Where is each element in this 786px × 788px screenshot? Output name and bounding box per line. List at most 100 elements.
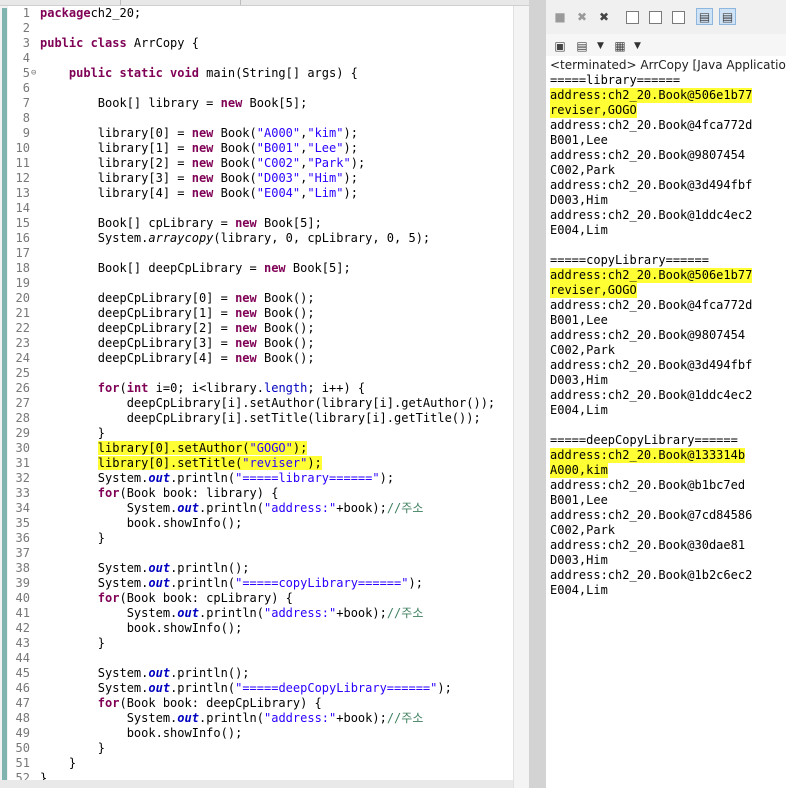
console-output-line: address:ch2_20.Book@7cd84586 [550,508,753,522]
code-line[interactable]: } [40,756,76,771]
code-token: library[0].setTitle( [97,456,243,470]
code-token: } [40,741,106,755]
code-line[interactable]: deepCpLibrary[i].setTitle(library[i].get… [40,411,481,426]
pin-console-icon[interactable]: ▣ [552,38,568,54]
code-line[interactable]: deepCpLibrary[1] = new Book(); [40,306,315,321]
code-line[interactable]: Book[] library = new Book[5]; [40,96,308,111]
scroll-lock-icon[interactable] [647,9,663,25]
line-number: 47 [15,696,30,710]
code-line[interactable]: library[0].setAuthor("GOGO"); [40,441,308,456]
chevron-down-icon[interactable]: ▼ [634,41,641,51]
code-token: out [177,606,199,620]
code-token: System. [40,681,149,695]
remove-launch-icon[interactable]: ✖ [574,9,590,25]
code-line[interactable]: System.out.println("=====deepCopyLibrary… [40,681,452,696]
line-number: 30 [15,441,30,455]
display-console-icon[interactable]: ▤ [574,38,590,54]
code-line[interactable]: library[1] = new Book("B001","Lee"); [40,141,358,156]
code-token: new [235,336,257,350]
code-line[interactable]: deepCpLibrary[2] = new Book(); [40,321,315,336]
code-line[interactable]: System.out.println(); [40,561,250,576]
code-token: Book( [213,141,257,155]
code-line[interactable]: System.out.println("address:"+book);//주소 [40,606,424,621]
code-line[interactable]: for(Book book: deepCpLibrary) { [40,696,322,711]
code-token: "D003" [256,171,301,185]
open-console-icon[interactable]: ▦ [612,38,628,54]
show-on-stderr-icon[interactable]: ▤ [719,8,736,25]
fold-toggle-icon[interactable]: ⊖ [31,66,36,81]
line-number: 22 [15,321,30,335]
code-token: "address:" [264,711,337,725]
code-line[interactable]: Book[] deepCpLibrary = new Book[5]; [40,261,351,276]
line-number: 31 [15,456,30,470]
code-line[interactable]: } [40,426,105,441]
code-token: deepCpLibrary[i].setTitle(library[i].get… [40,411,481,425]
editor-tab[interactable] [120,0,241,5]
line-number: 40 [15,591,30,605]
code-line[interactable]: book.showInfo(); [40,621,243,636]
code-token: new [220,96,243,110]
code-line[interactable]: deepCpLibrary[4] = new Book(); [40,351,315,366]
code-line[interactable]: System.out.println(); [40,666,250,681]
code-token: "C002" [256,156,301,170]
code-line[interactable]: deepCpLibrary[3] = new Book(); [40,336,315,351]
console-output-line: address:ch2_20.Book@9807454 [550,328,746,342]
code-line[interactable]: System.out.println("address:"+book);//주소 [40,501,424,516]
code-line[interactable]: System.out.println("=====copyLibrary====… [40,576,423,591]
code-line[interactable]: Book[] cpLibrary = new Book[5]; [40,216,322,231]
code-token: ( [119,381,127,395]
code-token: } [40,426,106,440]
chevron-down-icon[interactable]: ▼ [597,41,604,51]
code-line[interactable]: public static void main(String[] args) { [40,66,358,81]
code-token: "reviser" [242,456,308,470]
code-line[interactable]: deepCpLibrary[i].setAuthor(library[i].ge… [40,396,495,411]
view-splitter[interactable] [529,0,546,788]
code-token: System. [40,231,149,245]
code-token: } [40,636,106,650]
code-line[interactable]: library[2] = new Book("C002","Park"); [40,156,365,171]
code-token: deepCpLibrary[0] = [40,291,236,305]
console-output-line: reviser,GOGO [550,103,637,118]
console-output-line: address:ch2_20.Book@9807454 [550,148,746,162]
console-output-line: B001,Lee [550,493,608,507]
code-line[interactable]: System.out.println("address:"+book);//주소 [40,711,424,726]
overview-ruler [0,6,8,788]
line-number: 41 [15,606,30,620]
java-editor[interactable]: 1 2 3 4 5 6 7 8 9 10 11 12 13 14 15 16 17 18 19 20 21 22 23 24 2… [0,0,529,788]
code-line[interactable]: System.out.println("=====library======")… [40,471,394,486]
code-line[interactable]: public class ArrCopy { [40,36,199,51]
code-line[interactable]: library[0].setTitle("reviser"); [40,456,322,471]
console-output-line: A000,kim [550,463,608,478]
code-token: deepCpLibrary[i].setAuthor(library[i].ge… [40,396,496,410]
code-line[interactable]: for(Book book: library) { [40,486,279,501]
remove-all-icon[interactable]: ✖ [596,9,612,25]
clear-console-icon[interactable] [624,9,640,25]
editor-tab[interactable] [0,0,121,5]
code-line[interactable]: book.showInfo(); [40,726,243,741]
code-line[interactable]: } [40,531,105,546]
code-line[interactable]: library[4] = new Book("E004","Lim"); [40,186,358,201]
show-on-stdout-icon[interactable]: ▤ [696,8,713,25]
editor-vertical-scrollbar[interactable] [513,6,529,788]
word-wrap-icon[interactable] [670,9,686,25]
code-token: "Lim" [307,186,344,200]
code-line[interactable]: } [40,741,105,756]
code-line[interactable]: packagech2_20; [40,6,141,21]
code-token: ); [408,576,423,590]
code-line[interactable]: library[3] = new Book("D003","Him"); [40,171,358,186]
code-token: new [235,351,257,365]
code-area[interactable]: packagech2_20;public class ArrCopy { pub… [40,6,510,788]
code-line[interactable]: for(int i=0; i<library.length; i++) { [40,381,365,396]
terminate-icon[interactable]: ■ [552,9,568,25]
code-line[interactable]: deepCpLibrary[0] = new Book(); [40,291,315,306]
code-line[interactable]: System.arraycopy(library, 0, cpLibrary, … [40,231,430,246]
code-line[interactable]: for(Book book: cpLibrary) { [40,591,293,606]
editor-horizontal-scrollbar[interactable] [0,780,513,788]
code-line[interactable]: library[0] = new Book("A000","kim"); [40,126,358,141]
code-token: Book(); [256,291,315,305]
code-line[interactable]: } [40,636,105,651]
line-number: 1 [22,6,30,20]
code-line[interactable]: book.showInfo(); [40,516,243,531]
code-token: System. [40,501,178,515]
console-view: ■ ✖ ✖ ▤ ▤ ▣ ▤ ▼ ▦ ▼ <terminated> ArrCopy… [546,0,786,788]
